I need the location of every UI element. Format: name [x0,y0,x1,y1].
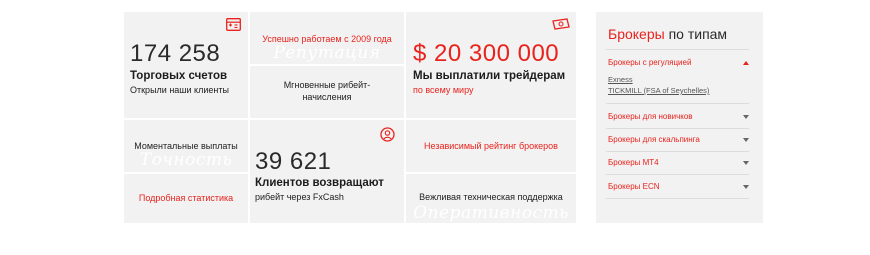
sidebar-item-label: Брокеры МТ4 [608,158,659,167]
paid-number: $ 20 300 000 [413,40,560,67]
returning-number: 39 621 [255,148,332,175]
returning-title: Клиентов возвращают [255,177,384,189]
chevron-down-icon [743,185,749,189]
sidebar-item-label: Брокеры для скальпинга [608,135,700,144]
sub-link-tickmill[interactable]: TICKMILL (FSA of Seychelles) [608,86,709,95]
money-icon [552,18,570,30]
sidebar-item-scalping[interactable]: Брокеры для скальпинга [608,135,749,149]
stat-detailed-stats: Подробная статистика [124,174,248,223]
stat-accounts: 174 258 Торговых счетов Открыли наши кли… [124,12,248,118]
divider [606,103,749,104]
accounts-title: Торговых счетов [130,70,228,82]
sidebar-item-label: Брокеры с регуляцией [608,58,692,67]
divider [606,174,749,175]
accounts-subtitle: Открыли наши клиенты [130,85,229,95]
stat-support: Оперативность Вежливая техническая подде… [406,174,576,223]
stats-grid: 174 258 Торговых счетов Открыли наши кли… [124,12,576,223]
calculator-icon [226,18,241,31]
chevron-down-icon [743,161,749,165]
paid-title: Мы выплатили трейдерам [413,70,566,82]
support-watermark: Оперативность [413,203,569,223]
paid-subtitle: по всему миру [413,85,474,95]
stat-reputation: Репутация Успешно работаем с 2009 года [250,12,404,64]
sidebar-title-colored: Брокеры [608,26,665,42]
stat-paid: $ 20 300 000 Мы выплатили трейдерам по в… [406,12,576,118]
accounts-number: 174 258 [130,40,221,67]
sidebar-item-mt4[interactable]: Брокеры МТ4 [608,158,749,172]
divider [606,128,749,129]
sidebar-item-beginners[interactable]: Брокеры для новичков [608,112,749,126]
instant-rebate-line2: начисления [302,92,352,102]
stat-returning: 39 621 Клиентов возвращают рибейт через … [250,120,404,223]
divider [606,49,749,50]
chevron-up-icon [743,61,749,65]
support-text: Вежливая техническая поддержка [419,192,563,202]
sub-link-exness[interactable]: Exness [608,75,633,84]
chevron-down-icon [743,115,749,119]
instant-rebate-line1: Мгновенные рибейт- [283,80,371,90]
divider [606,198,749,199]
sidebar-item-regulated[interactable]: Брокеры с регуляцией [608,58,749,72]
broker-types-sidebar: Брокеры по типам Брокеры с регуляцией Ex… [596,12,763,223]
reputation-watermark: Репутация [273,43,381,63]
reputation-headline: Успешно работаем с 2009 года [262,34,392,44]
instant-payouts-text: Моментальные выплаты [134,141,238,151]
instant-payouts-watermark: Точность [139,150,233,170]
sidebar-item-label: Брокеры ECN [608,182,660,191]
divider [606,151,749,152]
stat-instant-rebate: Мгновенные рибейт- начисления [250,66,404,118]
returning-subtitle: рибейт через FxCash [255,192,344,202]
rating-text: Независимый рейтинг брокеров [424,141,558,151]
sidebar-item-ecn[interactable]: Брокеры ECN [608,182,749,196]
stat-rating: Независимый рейтинг брокеров [406,120,576,172]
user-circle-icon [380,127,395,142]
sidebar-item-label: Брокеры для новичков [608,112,693,121]
sidebar-title: Брокеры по типам [608,26,727,42]
sidebar-title-rest: по типам [664,26,728,42]
detailed-stats-text: Подробная статистика [138,193,234,203]
chevron-down-icon [743,138,749,142]
stat-instant-payouts: Точность Моментальные выплаты [124,120,248,172]
